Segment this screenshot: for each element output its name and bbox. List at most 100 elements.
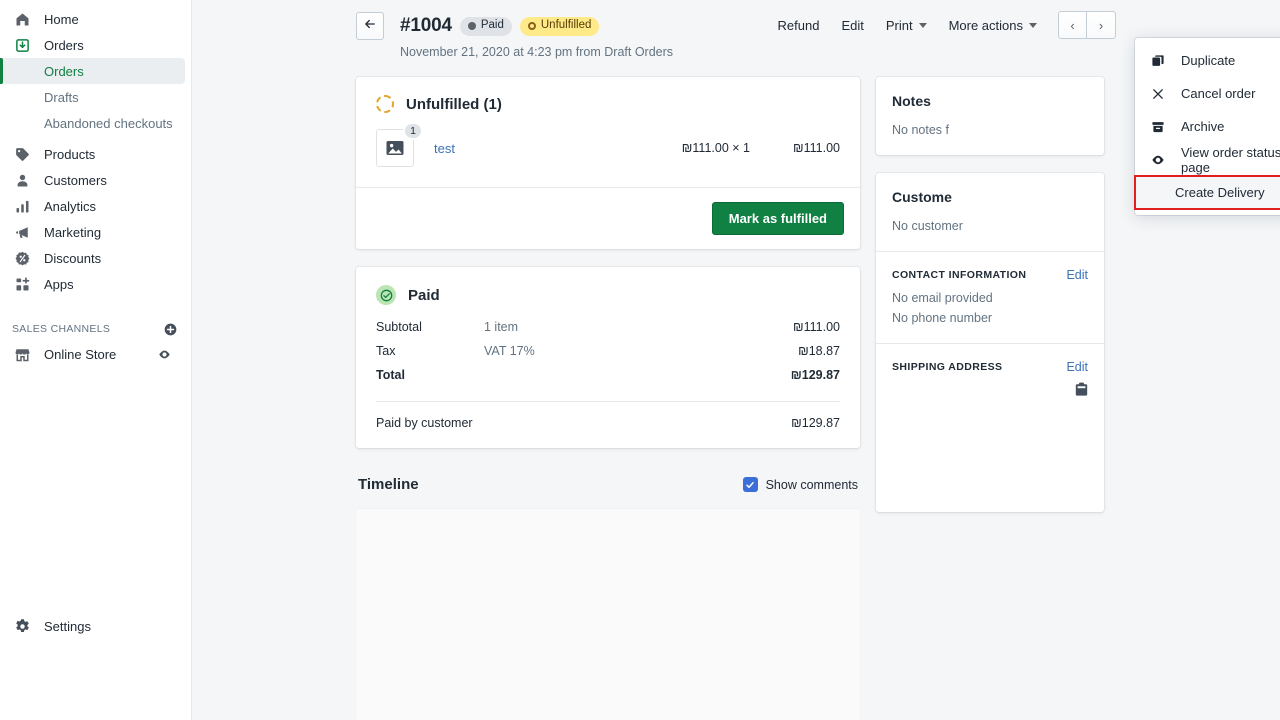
menu-item-duplicate[interactable]: Duplicate: [1135, 44, 1280, 77]
secondary-column: Notes No notes f Custome No customer CO: [876, 77, 1104, 512]
totals-value: ₪129.87: [791, 368, 840, 382]
sidebar-item-label: Products: [44, 147, 95, 162]
pagination: ‹ ›: [1058, 11, 1116, 39]
duplicate-icon: [1149, 54, 1167, 68]
totals-label: Tax: [376, 344, 484, 358]
notes-card-body: Notes No notes f: [876, 77, 1104, 155]
sidebar-item-customers[interactable]: Customers: [0, 167, 185, 193]
previous-order-button[interactable]: ‹: [1058, 11, 1087, 39]
plus-circle-icon[interactable]: [164, 323, 177, 336]
sales-channels-label: SALES CHANNELS: [12, 323, 110, 335]
bar-chart-icon: [12, 196, 32, 216]
sidebar-subitem-drafts[interactable]: Drafts: [0, 84, 185, 110]
sidebar-item-label: Analytics: [44, 199, 96, 214]
sidebar-item-marketing[interactable]: Marketing: [0, 219, 185, 245]
back-button[interactable]: [356, 12, 384, 40]
totals-row: Tax VAT 17% ₪18.87: [376, 339, 840, 363]
sidebar-item-online-store[interactable]: Online Store: [0, 341, 185, 367]
shipping-copy-row[interactable]: [892, 382, 1088, 402]
sidebar-item-label: Discounts: [44, 251, 101, 266]
paid-by-value: ₪129.87: [791, 416, 840, 430]
mark-as-fulfilled-button[interactable]: Mark as fulfilled: [712, 202, 844, 235]
payment-card: Paid Subtotal 1 item ₪111.00 Tax V: [356, 267, 860, 448]
status-badge-paid: Paid: [460, 17, 512, 36]
tag-icon: [12, 144, 32, 164]
next-order-button[interactable]: ›: [1087, 11, 1116, 39]
sidebar-item-products[interactable]: Products: [0, 141, 185, 167]
page-header: #1004 Paid Unfulfilled November 21, 2020…: [356, 8, 1116, 59]
menu-item-view-order-status-page[interactable]: View order status page: [1135, 143, 1280, 176]
print-button[interactable]: Print: [875, 13, 938, 38]
sidebar-item-label: Marketing: [44, 225, 101, 240]
edit-button[interactable]: Edit: [830, 13, 874, 38]
timeline-body: [356, 509, 860, 720]
fulfillment-card-footer: Mark as fulfilled: [356, 187, 860, 249]
totals-row: Total ₪129.87: [376, 363, 840, 387]
customer-card-body: Custome No customer: [876, 173, 1104, 251]
action-label: Print: [886, 18, 913, 33]
sidebar-subitem-label: Abandoned checkouts: [44, 116, 173, 131]
menu-item-cancel-order[interactable]: Cancel order: [1135, 77, 1280, 110]
payment-title-row: Paid: [376, 285, 840, 305]
sidebar-item-orders[interactable]: Orders: [0, 32, 185, 58]
totals-meta: VAT 17%: [484, 344, 798, 358]
menu-item-create-delivery[interactable]: Create Delivery: [1135, 176, 1280, 209]
gear-icon: [12, 618, 32, 635]
menu-item-archive[interactable]: Archive: [1135, 110, 1280, 143]
totals-value: ₪111.00: [793, 320, 840, 334]
timeline-header: Timeline Show comments: [356, 476, 860, 493]
menu-item-label: Cancel order: [1181, 86, 1255, 101]
checkbox-checked-icon[interactable]: [743, 477, 758, 492]
edit-shipping-address-link[interactable]: Edit: [1066, 360, 1088, 374]
page-title: #1004: [400, 15, 452, 37]
contact-information-header: CONTACT INFORMATION Edit: [892, 268, 1088, 282]
contact-information-label: CONTACT INFORMATION: [892, 269, 1026, 281]
ring-dot-icon: [528, 22, 536, 30]
show-comments-label: Show comments: [766, 478, 858, 492]
store-icon: [12, 344, 32, 364]
sidebar-item-home[interactable]: Home: [0, 6, 185, 32]
contact-information-section: CONTACT INFORMATION Edit No email provid…: [876, 252, 1104, 343]
sidebar: Home Orders Orders Drafts Abandoned chec…: [0, 0, 192, 720]
refund-button[interactable]: Refund: [767, 13, 831, 38]
sidebar-item-apps[interactable]: Apps: [0, 271, 185, 297]
notes-empty-text: No notes f: [892, 123, 1088, 137]
dot-icon: [468, 22, 476, 30]
check-circle-icon: [376, 285, 396, 305]
discount-icon: [12, 248, 32, 268]
more-actions-button[interactable]: More actions: [938, 13, 1048, 38]
megaphone-icon: [12, 222, 32, 242]
totals-row: Subtotal 1 item ₪111.00: [376, 315, 840, 339]
menu-item-label: Archive: [1181, 119, 1224, 134]
show-comments-toggle[interactable]: Show comments: [743, 477, 858, 492]
sidebar-item-discounts[interactable]: Discounts: [0, 245, 185, 271]
line-item-quantity-badge: 1: [403, 122, 423, 140]
line-item-name[interactable]: test: [434, 141, 630, 156]
action-label: Edit: [841, 18, 863, 33]
payment-totals: Subtotal 1 item ₪111.00 Tax VAT 17% ₪18.…: [356, 315, 860, 391]
main-content: #1004 Paid Unfulfilled November 21, 2020…: [192, 0, 1280, 720]
edit-contact-information-link[interactable]: Edit: [1066, 268, 1088, 282]
action-label: More actions: [949, 18, 1023, 33]
fulfillment-card: Unfulfilled (1) 1 test ₪111.00 ×: [356, 77, 860, 249]
line-item-row: 1 test ₪111.00 × 1 ₪111.00: [356, 113, 860, 187]
sidebar-item-label: Home: [44, 12, 79, 27]
apps-icon: [12, 274, 32, 294]
sidebar-item-label: Apps: [44, 277, 74, 292]
paid-by-label: Paid by customer: [376, 416, 791, 430]
badge-label: Unfulfilled: [541, 20, 592, 32]
eye-icon[interactable]: [158, 348, 171, 361]
content-columns: Unfulfilled (1) 1 test ₪111.00 ×: [356, 77, 1116, 720]
action-label: Refund: [778, 18, 820, 33]
shipping-address-label: SHIPPING ADDRESS: [892, 361, 1002, 373]
sidebar-item-settings[interactable]: Settings: [0, 618, 91, 635]
sidebar-subitem-orders[interactable]: Orders: [0, 58, 185, 84]
line-item-thumbnail[interactable]: 1: [376, 129, 414, 167]
sales-channels-section-header: SALES CHANNELS: [0, 317, 191, 341]
home-icon: [12, 9, 32, 29]
sidebar-item-analytics[interactable]: Analytics: [0, 193, 185, 219]
status-badge-unfulfilled: Unfulfilled: [520, 17, 600, 36]
badge-label: Paid: [481, 20, 504, 32]
menu-item-label: View order status page: [1181, 145, 1280, 175]
sidebar-subitem-abandoned-checkouts[interactable]: Abandoned checkouts: [0, 110, 185, 136]
